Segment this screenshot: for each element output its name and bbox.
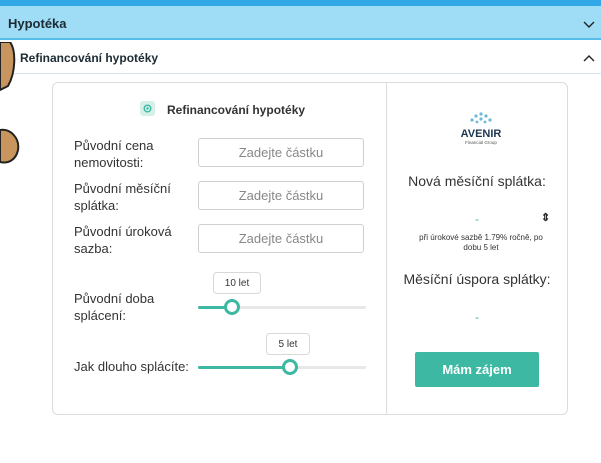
chevron-down-icon[interactable]: [583, 18, 595, 30]
accordion-hypoteka[interactable]: Hypotéka: [0, 6, 601, 40]
mascot-illustration: [0, 42, 20, 164]
new-payment-label: Nová měsíční splátka:: [408, 173, 546, 189]
monthly-saving-label: Měsíční úspora splátky:: [403, 271, 551, 287]
slider-label-original-term: Původní doba splácení:: [74, 291, 155, 323]
accordion-refinancovani[interactable]: Refinancování hypotéky: [0, 42, 601, 74]
original-term-slider-handle[interactable]: [223, 299, 240, 315]
svg-text:AVENIR: AVENIR: [461, 128, 502, 140]
slider-label-paid-years: Jak dlouho splácíte:: [74, 359, 189, 374]
calculator-icon: [140, 101, 155, 116]
sort-toggle-icon[interactable]: ⇕: [541, 211, 550, 224]
new-payment-value: -: [475, 212, 479, 226]
rate-note: při úrokové sazbě 1.79% ročně, po dobu 5…: [419, 233, 543, 252]
field-label-original-price: Původní cena nemovitosti:: [74, 138, 154, 170]
interest-button[interactable]: Mám zájem: [415, 352, 539, 387]
original-rate-input[interactable]: [198, 224, 364, 253]
chevron-up-icon[interactable]: [583, 52, 595, 64]
paid-years-value-bubble: 5 let: [266, 333, 310, 355]
original-term-value-bubble: 10 let: [213, 272, 261, 294]
svg-text:Financial Group: Financial Group: [465, 140, 497, 145]
original-price-input[interactable]: [198, 138, 364, 167]
paid-years-slider-fill: [198, 366, 291, 369]
accordion-refinancovani-label: Refinancování hypotéky: [20, 51, 159, 65]
accordion-hypoteka-label: Hypotéka: [8, 16, 67, 31]
avenir-logo: AVENIR Financial Group: [461, 112, 502, 145]
original-payment-input[interactable]: [198, 181, 364, 210]
calculator-title: Refinancování hypotéky: [167, 103, 306, 117]
field-label-original-payment: Původní měsíční splátka:: [74, 181, 171, 213]
field-label-original-rate: Původní úroková sazba:: [74, 224, 172, 256]
card-divider: [386, 82, 387, 415]
monthly-saving-value: -: [475, 310, 479, 324]
